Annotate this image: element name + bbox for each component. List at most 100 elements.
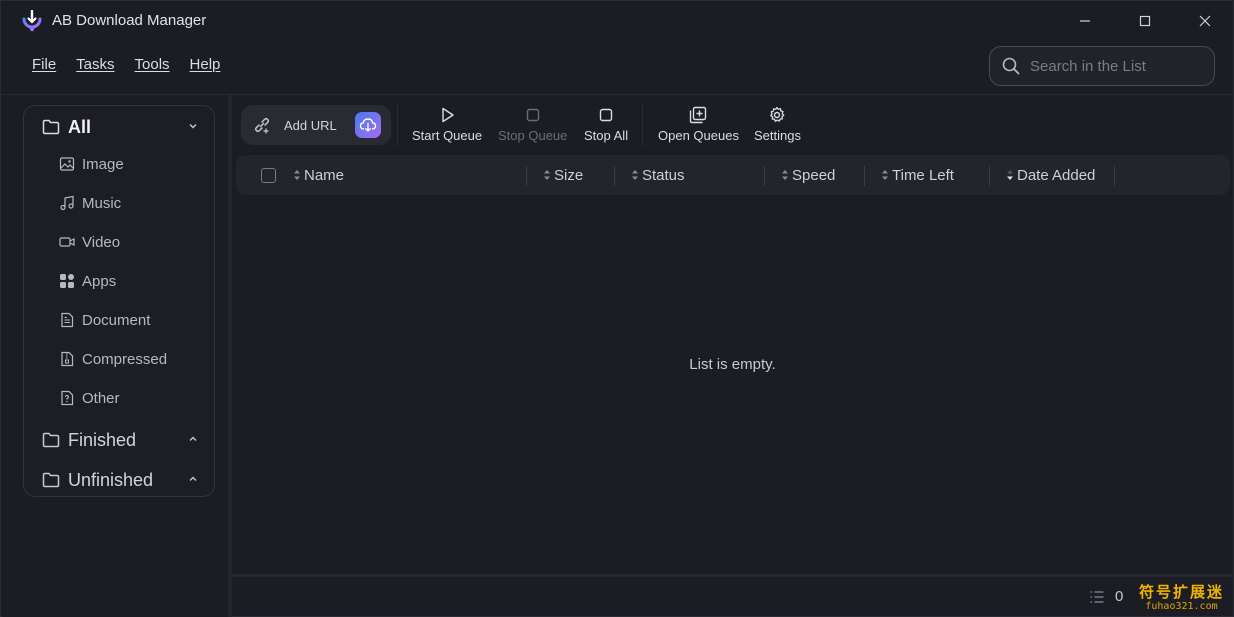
minimize-button[interactable] bbox=[1056, 1, 1114, 41]
search-input[interactable] bbox=[1030, 57, 1210, 75]
toolbar-separator bbox=[642, 104, 643, 146]
stop-icon bbox=[526, 108, 539, 122]
category-finished[interactable]: Finished bbox=[42, 427, 208, 453]
column-header-label: Name bbox=[304, 166, 345, 184]
start-queue-button[interactable]: Start Queue bbox=[412, 105, 482, 147]
open-queues-button[interactable]: Open Queues bbox=[658, 105, 739, 147]
minimize-icon bbox=[1080, 20, 1090, 22]
settings-label: Settings bbox=[754, 128, 801, 143]
category-video[interactable]: Video bbox=[59, 231, 120, 253]
start-queue-label: Start Queue bbox=[412, 128, 483, 143]
category-all[interactable]: All bbox=[42, 114, 208, 140]
add-url-button[interactable]: Add URL bbox=[241, 105, 391, 145]
category-panel: All Image Music Video Apps Document Comp… bbox=[23, 105, 215, 497]
other-file-icon bbox=[61, 390, 74, 406]
download-count: 0 bbox=[1115, 588, 1124, 605]
sort-icon bbox=[632, 170, 638, 180]
status-bar: 0 bbox=[232, 577, 1233, 617]
column-header-label: Status bbox=[642, 166, 685, 184]
category-compressed-label: Compressed bbox=[82, 350, 168, 368]
list-icon bbox=[1090, 591, 1104, 603]
close-button[interactable] bbox=[1176, 1, 1234, 41]
chevron-down-icon[interactable] bbox=[188, 121, 198, 131]
music-icon bbox=[60, 195, 74, 211]
sort-icon bbox=[294, 170, 300, 180]
open-queues-label: Open Queues bbox=[658, 128, 739, 143]
stop-all-button[interactable]: Stop All bbox=[584, 105, 628, 147]
category-apps-label: Apps bbox=[82, 272, 117, 290]
sort-icon bbox=[882, 170, 888, 180]
folder-icon bbox=[42, 472, 60, 488]
column-header-name[interactable]: Name bbox=[293, 155, 344, 195]
column-header-time-left[interactable]: Time Left bbox=[881, 155, 954, 195]
column-divider[interactable] bbox=[989, 166, 990, 186]
search-icon bbox=[1002, 57, 1020, 75]
column-header-label: Speed bbox=[792, 166, 836, 184]
column-header-size[interactable]: Size bbox=[543, 155, 583, 195]
column-header-label: Size bbox=[554, 166, 584, 184]
app-window: AB Download Manager File Tasks Tools Hel… bbox=[0, 0, 1234, 617]
category-compressed[interactable]: Compressed bbox=[59, 348, 167, 370]
category-other[interactable]: Other bbox=[59, 387, 120, 409]
column-divider[interactable] bbox=[614, 166, 615, 186]
play-icon bbox=[442, 107, 454, 123]
empty-list-message: List is empty. bbox=[689, 356, 776, 373]
toolbar-separator bbox=[397, 104, 398, 146]
stop-all-label: Stop All bbox=[584, 128, 629, 143]
select-all-checkbox[interactable] bbox=[261, 168, 276, 183]
document-icon bbox=[61, 312, 74, 328]
apps-icon bbox=[60, 274, 74, 288]
settings-button[interactable]: Settings bbox=[754, 105, 801, 147]
column-header-label: Date Added bbox=[1017, 166, 1096, 184]
category-document[interactable]: Document bbox=[59, 309, 150, 331]
image-icon bbox=[59, 157, 75, 171]
chevron-up-icon[interactable] bbox=[188, 474, 198, 484]
column-divider[interactable] bbox=[1114, 166, 1115, 186]
search-box[interactable] bbox=[989, 46, 1215, 86]
category-unfinished[interactable]: Unfinished bbox=[42, 467, 208, 493]
column-header-status[interactable]: Status bbox=[631, 155, 685, 195]
menu-help[interactable]: Help bbox=[190, 56, 221, 73]
column-divider[interactable] bbox=[526, 166, 527, 186]
queues-icon bbox=[690, 106, 707, 124]
category-image-label: Image bbox=[82, 155, 124, 173]
chevron-up-icon[interactable] bbox=[188, 434, 198, 444]
category-unfinished-label: Unfinished bbox=[68, 469, 154, 490]
category-all-label: All bbox=[68, 116, 92, 137]
column-header-speed[interactable]: Speed bbox=[781, 155, 835, 195]
link-icon bbox=[254, 117, 270, 134]
menu-file[interactable]: File bbox=[32, 56, 56, 73]
menu-tools[interactable]: Tools bbox=[135, 56, 170, 73]
column-divider[interactable] bbox=[764, 166, 765, 186]
gear-icon bbox=[770, 106, 785, 122]
category-video-label: Video bbox=[82, 233, 121, 251]
title-bar[interactable]: AB Download Manager bbox=[1, 1, 1233, 41]
category-apps[interactable]: Apps bbox=[59, 270, 116, 292]
stop-queue-button[interactable]: Stop Queue bbox=[498, 105, 567, 147]
folder-icon bbox=[42, 119, 60, 135]
column-divider[interactable] bbox=[864, 166, 865, 186]
cloud-download-icon bbox=[359, 118, 377, 132]
compressed-icon bbox=[61, 351, 74, 367]
table-header: Name Size Status Speed Time Left Date Ad… bbox=[236, 155, 1230, 195]
menu-tasks[interactable]: Tasks bbox=[76, 56, 114, 73]
menu-bar: File Tasks Tools Help bbox=[32, 56, 220, 73]
cloud-download-button[interactable] bbox=[355, 112, 381, 138]
video-icon bbox=[59, 237, 75, 247]
category-music[interactable]: Music bbox=[59, 192, 121, 214]
maximize-icon bbox=[1139, 15, 1151, 27]
folder-icon bbox=[42, 432, 60, 448]
watermark: 符号扩展迷 fuhao321.com bbox=[1139, 581, 1224, 612]
sort-icon bbox=[544, 170, 550, 180]
category-image[interactable]: Image bbox=[59, 153, 124, 175]
maximize-button[interactable] bbox=[1116, 1, 1174, 41]
app-logo-icon bbox=[22, 10, 42, 32]
window-title: AB Download Manager bbox=[52, 12, 207, 29]
sort-icon bbox=[782, 170, 788, 180]
column-header-label: Time Left bbox=[892, 166, 954, 184]
column-header-date-added[interactable]: Date Added bbox=[1006, 155, 1095, 195]
category-music-label: Music bbox=[82, 194, 122, 212]
stop-icon bbox=[599, 108, 613, 122]
watermark-url: fuhao321.com bbox=[1145, 601, 1218, 612]
watermark-text: 符号扩展迷 bbox=[1139, 583, 1225, 601]
